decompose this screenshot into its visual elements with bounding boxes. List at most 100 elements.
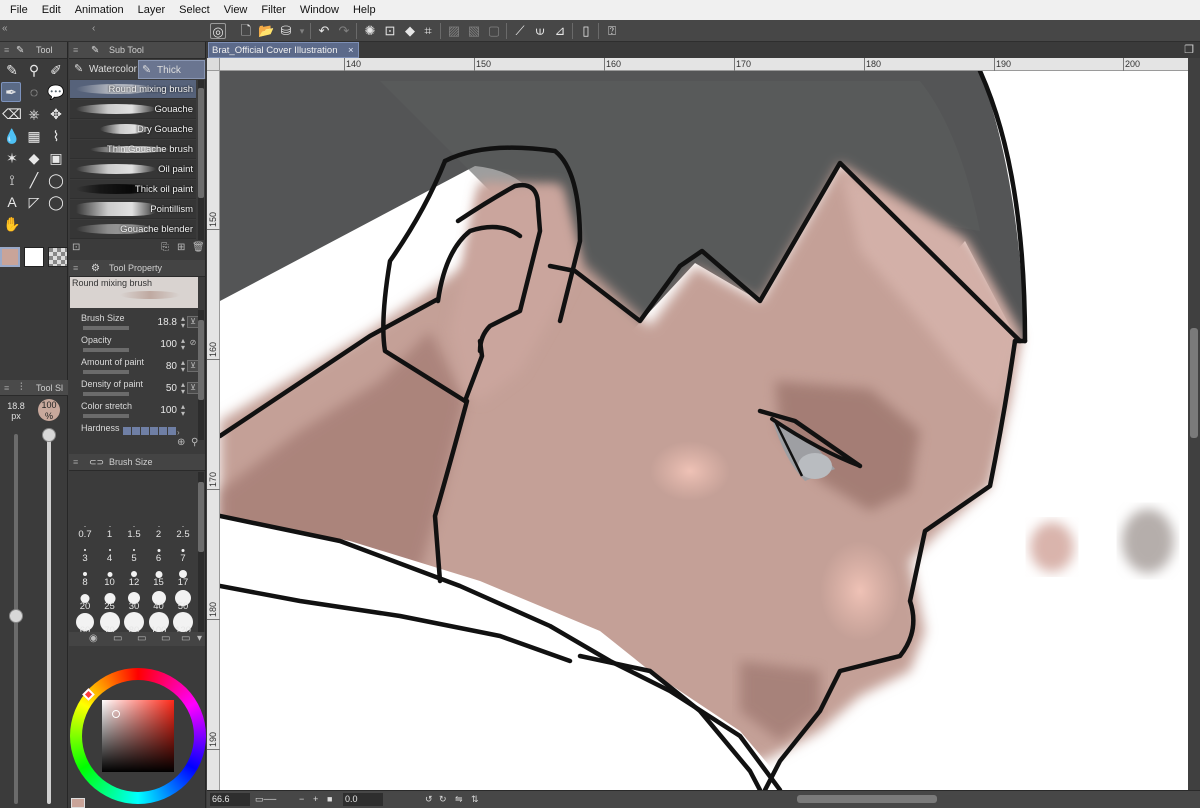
brush-size-preset[interactable]: 4 — [98, 540, 122, 564]
reset-icon[interactable]: ⊕ — [177, 437, 185, 448]
brush-size-preset[interactable]: 12 — [122, 564, 146, 588]
brush-size-preset[interactable]: 1 — [98, 516, 122, 540]
color-picker-cursor[interactable] — [112, 710, 120, 718]
invert-selection-icon[interactable]: ▧ — [466, 23, 482, 39]
brush-size-preset[interactable]: 17 — [171, 564, 195, 588]
zoom-in-icon[interactable]: + — [313, 793, 318, 806]
copy-subtool-icon[interactable]: ⎘ — [161, 242, 169, 253]
lasso-tool-icon[interactable]: ◌ — [24, 82, 44, 102]
blend-tool-icon[interactable]: 💧 — [2, 126, 22, 146]
hardness-selector[interactable]: › — [123, 426, 184, 438]
collapse-subtool-icon[interactable]: ‹ — [92, 23, 95, 34]
prop-amount-of-paint[interactable]: Amount of paint 80 ▴ ▾ ⊻ — [81, 357, 199, 379]
canvas-vertical-scrollbar[interactable] — [1188, 58, 1200, 790]
spinner-icon[interactable]: ▴ ▾ — [181, 403, 185, 418]
crop-icon[interactable]: ⌗ — [420, 23, 436, 39]
rotate-left-icon[interactable]: ↺ — [425, 793, 433, 806]
grip-icon[interactable]: ≡ — [73, 454, 78, 471]
loading-icon[interactable]: ✺ — [362, 23, 378, 39]
save-dropdown-icon[interactable]: ▾ — [294, 23, 310, 39]
menu-edit[interactable]: Edit — [35, 0, 68, 20]
subtool-options-icon[interactable]: ⊡ — [72, 242, 80, 253]
stamp-tool-icon[interactable]: ⎈ — [24, 104, 44, 124]
spinner-icon[interactable]: ▴ ▾ — [181, 359, 185, 374]
app-logo-icon[interactable]: ◎ — [210, 23, 226, 39]
menu-select[interactable]: Select — [172, 0, 217, 20]
menu-file[interactable]: File — [4, 0, 35, 20]
canvas-horizontal-scrollbar[interactable] — [797, 795, 937, 803]
flip-vertical-icon[interactable]: ⇅ — [471, 793, 479, 806]
new-subtool-icon[interactable]: ⊞ — [177, 242, 185, 253]
menu-animation[interactable]: Animation — [68, 0, 131, 20]
eraser-tool-icon[interactable]: ⌫ — [2, 104, 22, 124]
brush-size-slider-knob[interactable] — [9, 609, 23, 623]
clear-selection-icon[interactable]: ▨ — [446, 23, 462, 39]
drawing-canvas[interactable] — [220, 71, 1188, 790]
brush-size-preset[interactable]: 10 — [98, 564, 122, 588]
prop-value[interactable]: 50 — [166, 383, 177, 394]
grip-icon[interactable]: ≡ — [4, 42, 9, 59]
brush-size-preset[interactable]: 5 — [122, 540, 146, 564]
auto-select-icon[interactable]: ✶ — [2, 148, 22, 168]
close-icon[interactable]: × — [348, 43, 354, 59]
brush-size-preset[interactable]: 2 — [147, 516, 171, 540]
prop-bar[interactable] — [83, 370, 129, 374]
prop-value[interactable]: 80 — [166, 361, 177, 372]
save-icon[interactable]: ⛁ — [278, 23, 294, 39]
brush-size-preset[interactable]: 2.5 — [171, 516, 195, 540]
opacity-slider-knob[interactable] — [42, 428, 56, 442]
brush-size-preset[interactable]: 3 — [73, 540, 97, 564]
document-tab[interactable]: Brat_Official Cover Illustration × — [208, 42, 359, 58]
brush-item-gouache-blender[interactable]: Gouache blender — [70, 220, 196, 239]
search-icon[interactable]: ⚲ — [191, 437, 198, 448]
brush-item-thick-oil[interactable]: Thick oil paint — [70, 180, 196, 199]
prop-density-of-paint[interactable]: Density of paint 50 ▴ ▾ ⊻ — [81, 379, 199, 401]
brush-item-gouache[interactable]: Gouache — [70, 100, 196, 119]
brush-size-preset[interactable]: 50 — [171, 588, 195, 612]
grip-icon[interactable]: ≡ — [4, 380, 9, 396]
undo-icon[interactable]: ↶ — [316, 23, 332, 39]
transform-icon[interactable]: ⊡ — [382, 23, 398, 39]
pencil-tool-icon[interactable]: ✐ — [46, 60, 66, 80]
brush-item-dry-gouache[interactable]: Dry Gouache — [70, 120, 196, 139]
smartphone-icon[interactable]: ▯ — [578, 23, 594, 39]
rotate-right-icon[interactable]: ↻ — [439, 793, 447, 806]
property-scrollbar[interactable] — [198, 310, 204, 440]
delete-subtool-icon[interactable]: 🗑 — [192, 242, 205, 253]
brush-size-preset[interactable]: 25 — [98, 588, 122, 612]
prop-bar[interactable] — [83, 326, 129, 330]
rotation-value[interactable]: 0.0 — [343, 793, 383, 806]
menu-layer[interactable]: Layer — [131, 0, 173, 20]
prop-color-stretch[interactable]: Color stretch 100 ▴ ▾ — [81, 401, 195, 423]
line-tool-icon[interactable]: ╱ — [24, 170, 44, 190]
prop-opacity[interactable]: Opacity 100 ▴ ▾ ⊘ — [81, 335, 196, 357]
fill-bucket-icon[interactable]: ◆ — [24, 148, 44, 168]
move-layer-icon[interactable]: ✥ — [46, 104, 66, 124]
brush-list-scrollbar[interactable] — [198, 80, 204, 240]
prop-bar[interactable] — [83, 348, 129, 352]
prop-brush-size[interactable]: Brush Size 18.8 ▴ ▾ ⊻ — [81, 313, 199, 335]
brush-tool-icon[interactable]: ✒ — [1, 82, 21, 102]
grid-tool-icon[interactable]: ▦ — [24, 126, 44, 146]
snap-grid-icon[interactable]: ⊿ — [552, 23, 568, 39]
panel-icon[interactable]: ▭ — [181, 633, 190, 644]
restore-window-icon[interactable]: ❐ — [1184, 43, 1194, 56]
eyedropper-icon[interactable]: ⌇ — [46, 126, 66, 146]
zoom-out-icon[interactable]: − — [299, 793, 304, 806]
zoom-slider-icon[interactable]: ▭── — [255, 793, 276, 806]
tab-watercolor[interactable]: ✎ Watercolor — [71, 60, 137, 79]
brush-size-preset[interactable]: 15 — [147, 564, 171, 588]
panel-icon[interactable]: ▭ — [161, 633, 170, 644]
ellipse-tool-icon[interactable]: ◯ — [46, 170, 66, 190]
spinner-icon[interactable]: ▴ ▾ — [181, 381, 185, 396]
prop-bar[interactable] — [83, 392, 129, 396]
collapse-left-icon[interactable]: « — [2, 23, 8, 34]
ruler-tool-icon[interactable]: ◸ — [24, 192, 44, 212]
redo-icon[interactable]: ↷ — [336, 23, 352, 39]
panel-icon[interactable]: ▭ — [137, 633, 146, 644]
main-color-swatch[interactable] — [0, 247, 20, 267]
brush-size-scrollbar[interactable] — [198, 472, 204, 634]
gradient-tool-icon[interactable]: ▣ — [46, 148, 66, 168]
sub-color-swatch[interactable] — [24, 247, 44, 267]
pen-tool-icon[interactable]: ✎ — [2, 60, 22, 80]
